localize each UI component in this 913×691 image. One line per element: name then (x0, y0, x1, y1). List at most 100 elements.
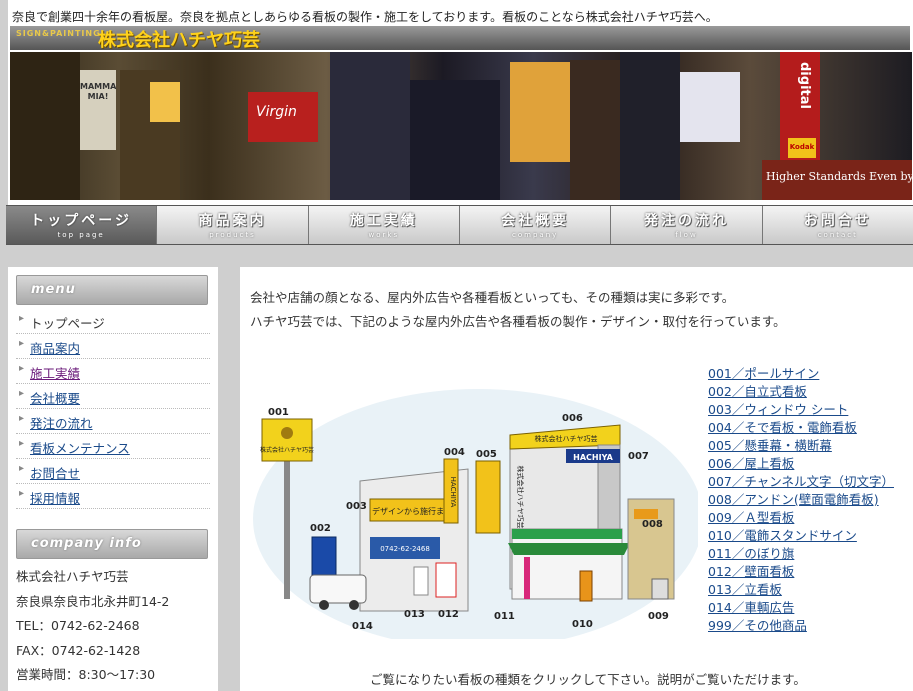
logo-english: SIGN&PAINTING (16, 29, 101, 38)
sidebar-link-contact[interactable]: お問合せ (30, 466, 80, 481)
sidebar-link-works[interactable]: 施工実績 (30, 366, 80, 381)
company-info-heading: company info (16, 529, 208, 559)
company-address: 奈良県奈良市北永井町14-2 (16, 593, 170, 609)
label-002: 002 (310, 523, 331, 534)
stand-sign[interactable] (311, 536, 337, 578)
a-frame-sign[interactable] (651, 578, 669, 600)
signage-illustration: 株式会社ハチヤ巧芸 HACHIYA デザインから施行まで 0742-62-246… (253, 389, 698, 639)
electric-stand-sign[interactable] (579, 570, 593, 602)
company-name: 株式会社ハチヤ巧芸 (16, 569, 129, 584)
sign-type-link-007[interactable]: 007／チャンネル文字（切文字） (708, 474, 894, 489)
sidebar-item-maintenance: 看板メンテナンス (16, 434, 210, 459)
label-004: 004 (444, 447, 465, 458)
pole (284, 459, 290, 599)
label-006: 006 (562, 413, 583, 424)
andon-sign[interactable] (634, 509, 658, 519)
sidebar-link-recruit[interactable]: 採用情報 (30, 491, 80, 506)
sidebar-item-recruit: 採用情報 (16, 484, 210, 509)
svg-text:株式会社ハチヤ巧芸: 株式会社ハチヤ巧芸 (516, 466, 525, 529)
site-tagline: 奈良で創業四十余年の看板屋。奈良を拠点としあらゆる看板の製作・施工をしております… (12, 10, 718, 24)
hero-sign-kodak: Kodak (788, 138, 816, 158)
main-content: 会社や店舗の顔となる、屋内外広告や各種看板といっても、その種類は実に多彩です。 … (240, 267, 913, 691)
intro-text-1: 会社や店舗の顔となる、屋内外広告や各種看板といっても、その種類は実に多彩です。 (250, 290, 735, 305)
sign-type-item: 005／懸垂幕・横断幕 (708, 435, 894, 453)
pole-sign[interactable] (261, 418, 313, 462)
site-logo[interactable]: 株式会社ハチヤ巧芸 (98, 26, 260, 52)
van-ad[interactable] (309, 574, 367, 604)
sign-type-item: 013／立看板 (708, 579, 894, 597)
hero-sign-mamma-mia: MAMMA MIA! (80, 70, 116, 150)
hanging-banner[interactable] (475, 460, 501, 534)
sign-type-link-009[interactable]: 009／Ａ型看板 (708, 510, 794, 525)
instruction-text: ご覧になりたい看板の種類をクリックして下さい。説明がご覧いただけます。 (370, 672, 806, 687)
hero-image: MAMMA MIA! Virgin digital Kodak Higher S… (10, 52, 912, 200)
sign-type-item: 007／チャンネル文字（切文字） (708, 471, 894, 489)
sign-type-link-002[interactable]: 002／自立式看板 (708, 384, 807, 399)
label-008: 008 (642, 519, 663, 530)
sign-type-item: 014／車輌広告 (708, 597, 894, 615)
logo-mark-icon (281, 427, 293, 439)
sidebar-link-maintenance[interactable]: 看板メンテナンス (30, 441, 130, 456)
sign-type-item: 999／その他商品 (708, 615, 894, 633)
sign-type-item: 009／Ａ型看板 (708, 507, 894, 525)
nav-products[interactable]: 商品案内 products (157, 206, 309, 244)
sign-type-link-013[interactable]: 013／立看板 (708, 582, 782, 597)
label-005: 005 (476, 449, 497, 460)
sidebar-item-products: 商品案内 (16, 334, 210, 359)
sign-type-link-001[interactable]: 001／ポールサイン (708, 366, 819, 381)
label-007: 007 (628, 451, 649, 462)
lit-stand-sign[interactable] (435, 562, 457, 598)
sign-type-link-011[interactable]: 011／のぼり旗 (708, 546, 794, 561)
label-012: 012 (438, 609, 459, 620)
sidebar-link-company[interactable]: 会社概要 (30, 391, 80, 406)
nav-contact[interactable]: お問合せ contact (762, 206, 913, 244)
svg-text:株式会社ハチヤ巧芸: 株式会社ハチヤ巧芸 (260, 446, 314, 454)
sign-type-item: 010／電飾スタンドサイン (708, 525, 894, 543)
sign-type-link-003[interactable]: 003／ウィンドウ シート (708, 402, 848, 417)
sign-type-link-012[interactable]: 012／壁面看板 (708, 564, 794, 579)
sign-type-item: 008／アンドン(壁面電飾看板) (708, 489, 894, 507)
label-014: 014 (352, 621, 373, 632)
sign-type-link-010[interactable]: 010／電飾スタンドサイン (708, 528, 857, 543)
sidebar-item-company: 会社概要 (16, 384, 210, 409)
sign-type-item: 011／のぼり旗 (708, 543, 894, 561)
sidebar-link-flow[interactable]: 発注の流れ (30, 416, 93, 431)
site-header: 奈良で創業四十余年の看板屋。奈良を拠点としあらゆる看板の製作・施工をしております… (8, 0, 913, 205)
sidebar-item-top: トップページ (16, 309, 210, 334)
nav-works[interactable]: 施工実績 works (308, 206, 460, 244)
sign-type-link-008[interactable]: 008／アンドン(壁面電飾看板) (708, 492, 879, 507)
nobori-flag[interactable] (524, 557, 530, 599)
company-info: 株式会社ハチヤ巧芸 奈良県奈良市北永井町14-2 TEL：0742-62-246… (16, 565, 210, 688)
sidebar-item-contact: お問合せ (16, 459, 210, 484)
sidebar-menu: トップページ 商品案内 施工実績 会社概要 発注の流れ 看板メンテナンス お問合… (16, 309, 210, 509)
nav-company[interactable]: 会社概要 company (459, 206, 612, 244)
svg-text:デザインから施行まで: デザインから施行まで (372, 506, 452, 516)
sidebar-item-flow: 発注の流れ (16, 409, 210, 434)
intro-text-2: ハチヤ巧芸では、下記のような屋内外広告や各種看板の製作・デザイン・取付を行ってい… (250, 314, 786, 329)
sidebar: menu トップページ 商品案内 施工実績 会社概要 発注の流れ 看板メンテナン… (8, 267, 218, 691)
company-tel: TEL：0742-62-2468 (16, 618, 140, 633)
sign-type-link-004[interactable]: 004／そで看板・電飾看板 (708, 420, 857, 435)
company-fax: FAX：0742-62-1428 (16, 642, 141, 658)
sign-type-item: 001／ポールサイン (708, 363, 894, 381)
svg-text:0742-62-2468: 0742-62-2468 (380, 545, 430, 553)
wall-signboard[interactable] (512, 529, 622, 539)
sign-type-link-006[interactable]: 006／屋上看板 (708, 456, 794, 471)
svg-text:HACHIYA: HACHIYA (449, 477, 457, 508)
sidebar-link-top[interactable]: トップページ (30, 316, 105, 331)
channel-letters-text: HACHIYA (573, 453, 613, 462)
sign-type-link-005[interactable]: 005／懸垂幕・横断幕 (708, 438, 832, 453)
sign-type-link-999[interactable]: 999／その他商品 (708, 618, 807, 633)
sign-type-link-014[interactable]: 014／車輌広告 (708, 600, 794, 615)
standing-board[interactable] (413, 566, 429, 596)
hero-sign-virgin: Virgin (248, 92, 318, 142)
sign-type-item: 012／壁面看板 (708, 561, 894, 579)
awning (508, 543, 630, 555)
sidebar-link-products[interactable]: 商品案内 (30, 341, 80, 356)
menu-heading: menu (16, 275, 208, 305)
label-011: 011 (494, 611, 515, 622)
nav-flow[interactable]: 発注の流れ flow (611, 206, 763, 244)
nav-top[interactable]: トップページ top page (6, 206, 158, 244)
label-003: 003 (346, 501, 367, 512)
company-hours: 営業時間：8:30～17:30 (16, 667, 156, 682)
